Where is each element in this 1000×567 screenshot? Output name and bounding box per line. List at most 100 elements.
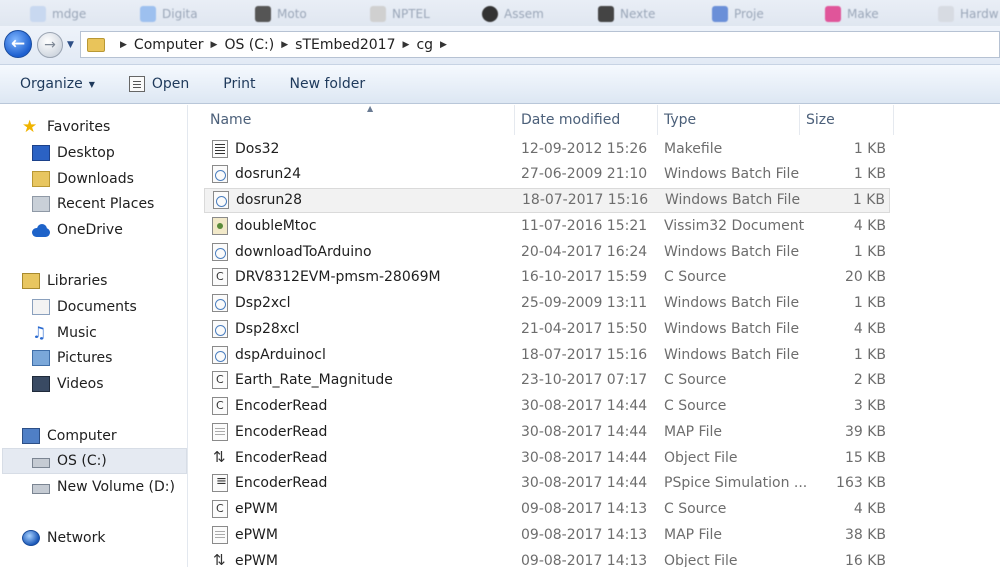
breadcrumb-cg[interactable]: cg [416, 37, 433, 53]
forward-button[interactable]: → [37, 32, 63, 58]
tab-ghost: mdge [30, 6, 86, 22]
new-folder-label: New folder [289, 76, 366, 92]
file-icon [212, 345, 228, 364]
file-row[interactable]: ePWM 09-08-2017 14:13 Object File 16 KB [204, 548, 890, 567]
file-name: Earth_Rate_Magnitude [235, 372, 393, 389]
file-row[interactable]: dosrun28 18-07-2017 15:16 Windows Batch Fi… [204, 187, 890, 213]
file-name-cell: DRV8312EVM-pmsm-28069M [212, 268, 441, 287]
file-size: 4 KB [853, 501, 886, 517]
file-name: Dsp28xcl [235, 320, 300, 337]
chevron-right-icon[interactable]: ▶ [403, 40, 410, 50]
nav-favorites[interactable]: ★ Favorites [22, 114, 209, 140]
file-size: 2 KB [853, 372, 886, 389]
star-icon: ★ [22, 117, 38, 137]
file-type: PSpice Simulation ... [664, 475, 808, 492]
file-name-cell: dosrun28 [213, 191, 302, 209]
file-row[interactable]: ePWM 09-08-2017 14:13 C Source 4 KB [204, 497, 890, 522]
arrow-right-icon: → [44, 37, 56, 53]
file-icon [212, 139, 228, 158]
file-name-cell: ePWM [212, 500, 278, 518]
file-size: 39 KB [844, 423, 886, 440]
open-icon [128, 76, 145, 92]
file-row[interactable]: Dos32 12-09-2012 15:26 Makefile 1 KB [204, 136, 890, 161]
open-label: Open [151, 76, 190, 92]
file-size: 20 KB [844, 269, 886, 286]
file-icon [212, 294, 228, 312]
file-size: 1 KB [853, 140, 886, 157]
file-date: 27-06-2009 21:10 [521, 166, 648, 183]
breadcrumb-stembed2017[interactable]: sTEmbed2017 [295, 37, 395, 53]
column-header-size[interactable]: Size [800, 105, 894, 135]
new-folder-button[interactable]: New folder [280, 70, 376, 98]
nav-computer[interactable]: Computer [22, 423, 209, 449]
chevron-right-icon[interactable]: ▶ [120, 40, 127, 50]
network-globe-icon [22, 530, 40, 546]
file-date: 30-08-2017 14:44 [521, 449, 648, 466]
nav-os-c[interactable]: OS (C:) [2, 448, 187, 474]
column-header-date[interactable]: Date modified [515, 105, 658, 135]
file-row[interactable]: dosrun24 27-06-2009 21:10 Windows Batch Fi… [204, 162, 890, 187]
print-label: Print [223, 76, 256, 92]
file-name: EncoderRead [235, 398, 328, 414]
file-row[interactable]: Earth_Rate_Magnitude 23-10-2017 07:17 C So… [204, 368, 890, 393]
print-button[interactable]: Print [213, 70, 265, 98]
file-name-cell: Dsp28xcl [212, 319, 300, 338]
file-row[interactable]: EncoderRead 30-08-2017 14:44 MAP File 39 KB [204, 419, 890, 444]
videos-icon [32, 376, 50, 392]
file-name-cell: EncoderRead [212, 448, 327, 467]
organize-button[interactable]: Organize ▼ [10, 70, 105, 98]
taskbar-tabs-strip: mdge Digita Moto NPTEL Assem Nexte Proje… [0, 0, 1000, 28]
column-label: Size [806, 112, 835, 128]
file-icon [212, 397, 228, 415]
file-type: Makefile [664, 140, 723, 157]
nav-libraries[interactable]: Libraries [22, 268, 209, 294]
open-button[interactable]: Open [119, 70, 199, 98]
recent-places-icon [32, 196, 50, 212]
file-row[interactable]: DRV8312EVM-pmsm-28069M 16-10-2017 15:59 C … [204, 265, 890, 290]
file-name: downloadToArduino [235, 243, 372, 260]
file-row[interactable]: Dsp2xcl 25-09-2009 13:11 Windows Batch Fil… [204, 291, 890, 316]
nav-label: Documents [57, 299, 137, 315]
file-size: 16 KB [844, 552, 886, 567]
file-row[interactable]: downloadToArduino 20-04-2017 16:24 Windows… [204, 239, 890, 264]
file-row[interactable]: ePWM 09-08-2017 14:13 MAP File 38 KB [204, 522, 890, 547]
breadcrumb-os-c[interactable]: OS (C:) [224, 37, 274, 53]
file-row[interactable]: EncoderRead 30-08-2017 14:44 C Source 3 KB [204, 394, 890, 419]
file-row[interactable]: doubleMtoc 11-07-2016 15:21 Vissim32 Docum… [204, 213, 890, 238]
file-name-cell: EncoderRead [212, 422, 327, 441]
drive-icon [32, 458, 50, 468]
file-row[interactable]: EncoderRead 30-08-2017 14:44 Object File 15… [204, 445, 890, 470]
navigation-pane: ★ Favorites Desktop Downloads Recent Pla… [0, 105, 188, 567]
file-date: 12-09-2012 15:26 [521, 140, 648, 157]
file-type: C Source [664, 398, 727, 414]
column-header-name[interactable]: Name ▲ [204, 104, 515, 135]
tab-ghost: Moto [255, 6, 307, 22]
file-row[interactable]: EncoderRead 30-08-2017 14:44 PSpice Simula… [204, 471, 890, 496]
file-list: Name ▲ Date modified Type Size Dos32 12-0… [190, 104, 1000, 567]
file-type: C Source [664, 269, 727, 286]
file-row[interactable]: dspArduinocl 18-07-2017 15:16 Windows Batc… [204, 342, 890, 367]
chevron-right-icon[interactable]: ▶ [281, 40, 288, 50]
column-header-type[interactable]: Type [658, 105, 800, 135]
file-date: 30-08-2017 14:44 [521, 475, 648, 492]
nav-label: Pictures [57, 350, 113, 366]
file-size: 3 KB [853, 398, 886, 414]
nav-network[interactable]: Network [22, 525, 209, 551]
file-name-cell: EncoderRead [212, 397, 327, 415]
tab-ghost: Assem [482, 6, 544, 22]
chevron-right-icon[interactable]: ▶ [211, 40, 218, 50]
file-size: 1 KB [853, 295, 886, 311]
nav-label: Recent Places [57, 196, 155, 212]
file-row[interactable]: Dsp28xcl 21-04-2017 15:50 Windows Batch Fi… [204, 316, 890, 341]
pictures-icon [32, 350, 50, 366]
back-button[interactable]: ← [4, 30, 32, 58]
chevron-right-icon[interactable]: ▶ [440, 40, 447, 50]
file-icon [212, 448, 228, 467]
organize-label: Organize [20, 76, 83, 92]
address-box[interactable]: ▶ Computer ▶ OS (C:) ▶ sTEmbed2017 ▶ cg … [80, 31, 1000, 58]
breadcrumb-computer[interactable]: Computer [134, 37, 204, 53]
file-name: ePWM [235, 552, 278, 567]
music-note-icon: ♫ [32, 323, 47, 342]
recent-pages-dropdown[interactable]: ▼ [67, 40, 74, 50]
column-headers: Name ▲ Date modified Type Size [190, 104, 1000, 135]
